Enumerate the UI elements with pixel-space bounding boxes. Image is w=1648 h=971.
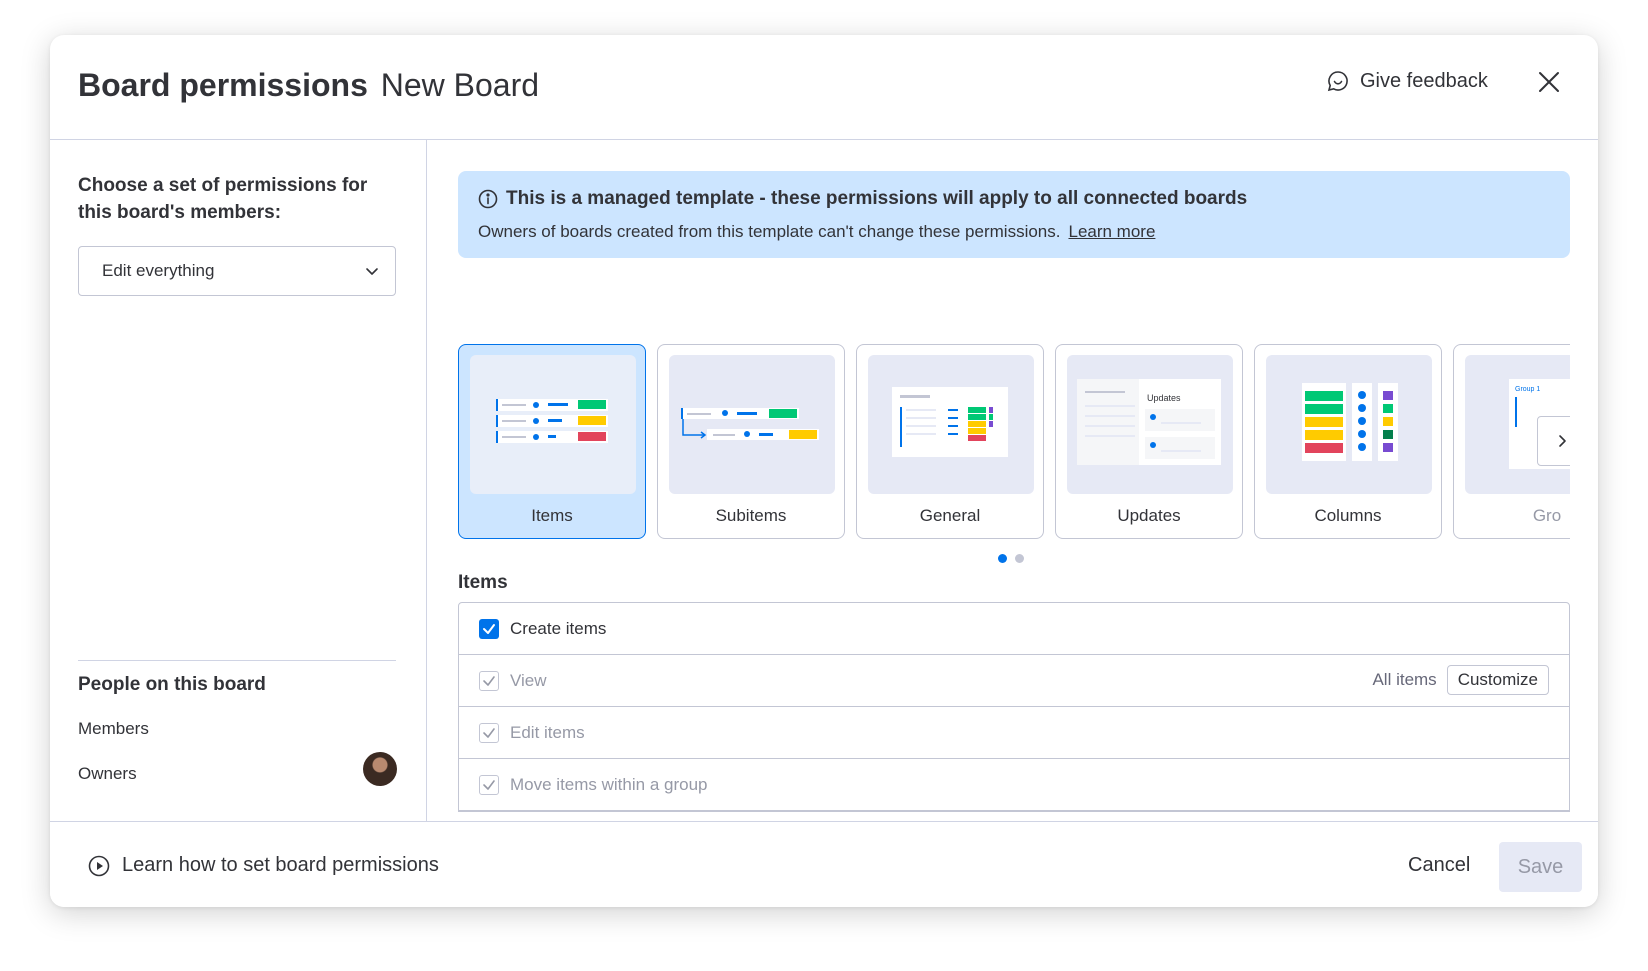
banner-title: This is a managed template - these permi… (506, 188, 1248, 209)
modal-header: Board permissions New Board Give feedbac… (50, 35, 1598, 140)
check-icon (483, 675, 495, 686)
owners-label: Owners (78, 764, 137, 783)
permission-row-edit-items: Edit items (459, 707, 1569, 759)
check-icon (483, 779, 495, 790)
carousel-dot-1[interactable] (998, 554, 1007, 563)
permission-category-carousel: Items Subitems General Updates Updates C… (458, 344, 1570, 539)
category-card-items[interactable]: Items (458, 344, 646, 539)
modal-footer: Learn how to set board permissions Cance… (50, 821, 1598, 907)
permission-label: Edit items (510, 722, 585, 742)
title-label: Board permissions (78, 67, 368, 103)
banner-text: Owners of boards created from this templ… (478, 222, 1155, 242)
updates-thumb-title: Updates (1147, 393, 1181, 403)
carousel-dot-2[interactable] (1015, 554, 1024, 563)
save-button[interactable]: Save (1499, 842, 1582, 892)
checkbox[interactable] (479, 618, 499, 639)
carousel-pagination (998, 554, 1024, 563)
category-label: Subitems (715, 506, 787, 525)
board-permissions-modal: Board permissions New Board Give feedbac… (50, 35, 1598, 907)
dropdown-value: Edit everything (102, 261, 215, 280)
chevron-right-icon (1559, 435, 1566, 447)
customize-button[interactable]: Customize (1446, 665, 1549, 695)
updates-thumbnail: Updates (1067, 355, 1233, 494)
give-feedback-button[interactable]: Give feedback (1326, 69, 1488, 93)
info-icon (478, 189, 498, 209)
category-label: Items (531, 506, 573, 525)
learn-more-link[interactable]: Learn more (1068, 222, 1155, 241)
check-icon (483, 727, 495, 738)
checkbox (479, 774, 499, 795)
columns-thumbnail (1266, 355, 1432, 494)
learn-permissions-label: Learn how to set board permissions (122, 854, 439, 876)
checkbox (479, 670, 499, 691)
subitems-thumbnail (669, 355, 835, 494)
give-feedback-label: Give feedback (1360, 69, 1488, 92)
checkbox (479, 722, 499, 743)
permissions-sidebar: Choose a set of permissions for this boa… (50, 140, 427, 821)
chat-bubble-icon (1327, 71, 1348, 92)
category-card-updates[interactable]: Updates Updates (1055, 344, 1243, 539)
board-name: New Board (380, 67, 540, 103)
modal-title: Board permissions New Board (78, 65, 539, 105)
permission-label: View (510, 670, 547, 690)
managed-template-banner: This is a managed template - these permi… (458, 171, 1570, 258)
banner-description: Owners of boards created from this templ… (478, 222, 1061, 241)
banner-title-row: This is a managed template - these permi… (478, 188, 1247, 210)
general-thumbnail (868, 355, 1034, 494)
people-title: People on this board (78, 674, 266, 695)
category-label: Columns (1314, 506, 1382, 525)
category-label: Updates (1117, 506, 1181, 525)
permission-row-view: View All items Customize (459, 655, 1569, 707)
permissions-list: Create items View All items Customize Ed… (458, 602, 1570, 812)
permission-label: Move items within a group (510, 774, 708, 794)
view-scope-value: All items (1372, 670, 1437, 689)
choose-permissions-label: Choose a set of permissions for this boa… (78, 175, 368, 223)
permissions-main: This is a managed template - these permi… (428, 140, 1598, 821)
chevron-down-icon (366, 268, 378, 275)
members-label: Members (78, 719, 149, 738)
category-label: General (919, 506, 981, 525)
cancel-button[interactable]: Cancel (1392, 844, 1486, 886)
category-card-subitems[interactable]: Subitems (657, 344, 845, 539)
category-card-general[interactable]: General (856, 344, 1044, 539)
section-title: Items (458, 572, 508, 593)
carousel-next-button[interactable] (1537, 416, 1570, 466)
category-card-columns[interactable]: Columns (1254, 344, 1442, 539)
view-scope: All items Customize (1372, 665, 1549, 695)
close-button[interactable] (1532, 65, 1566, 99)
sidebar-divider (78, 660, 396, 661)
learn-permissions-link[interactable]: Learn how to set board permissions (88, 854, 439, 877)
group-thumb-title: Group 1 (1515, 386, 1540, 393)
close-icon (1539, 72, 1559, 92)
items-thumbnail (470, 355, 636, 494)
permission-row-move-items: Move items within a group (459, 759, 1569, 811)
owner-avatar[interactable] (363, 752, 397, 786)
play-circle-icon (88, 855, 110, 876)
permission-row-create-items: Create items (459, 603, 1569, 655)
check-icon (483, 623, 495, 634)
category-label: Gro (1532, 506, 1562, 525)
permission-label: Create items (510, 618, 607, 638)
permission-set-dropdown[interactable]: Edit everything (78, 246, 396, 296)
